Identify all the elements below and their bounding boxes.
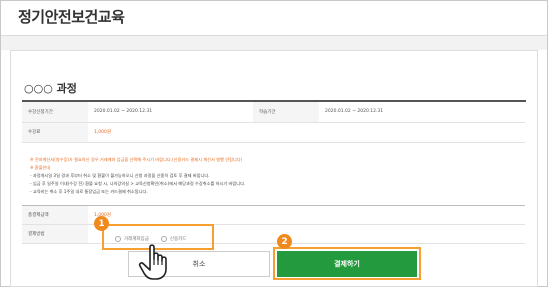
hand-pointer-icon	[138, 244, 167, 280]
refund-line: - 과정개시일 3일 경과 후부터 취소 및 환불이 불가능하오니 신청 과정을…	[30, 173, 210, 178]
course-info-table: 수강신청기간 2020.01.02 ~ 2020.12.31 학습기간 2020…	[22, 102, 525, 143]
callout-badge-1: 1	[94, 216, 109, 231]
header-band	[1, 36, 547, 50]
refund-line: - 입금 후 일주일 이내(수강 전) 환불 요청 시, 나의강의실 > 교육신…	[30, 181, 246, 186]
fee-label: 수강료	[22, 122, 88, 143]
table-row: 수강료 1,000원	[22, 122, 525, 143]
refund-line: - 교육비는 취소 후 1주일 내로 통장입금 또는 카드결제 취소됩니다.	[30, 189, 148, 194]
callout-badge-2: 2	[277, 234, 292, 249]
refund-heading: ※ 환불안내	[30, 165, 51, 170]
course-title: ○○○ 과정	[24, 82, 77, 95]
method-label: 결제방법	[22, 224, 88, 244]
enroll-period-label: 수강신청기간	[22, 102, 88, 123]
table-row: 수강신청기간 2020.01.02 ~ 2020.12.31 학습기간 2020…	[22, 102, 525, 123]
study-period-value: 2020.01.02 ~ 2020.12.31	[319, 102, 525, 123]
total-value: 1,000원	[88, 205, 525, 225]
page-title: 정기안전보건교육	[18, 8, 125, 26]
highlight-pay-button	[273, 247, 421, 280]
enroll-period-value: 2020.01.02 ~ 2020.12.31	[88, 102, 253, 123]
tax-note: ※ 전자계산서(영수증)가 필요하신 경우 거래계좌 입금을 선택해 주시기 바…	[30, 157, 243, 162]
notice-block: ※ 전자계산서(영수증)가 필요하신 경우 거래계좌 입금을 선택해 주시기 바…	[30, 156, 510, 196]
study-period-label: 학습기간	[253, 102, 319, 123]
total-label: 총결제금액	[22, 205, 88, 225]
fee-value: 1,000원	[88, 122, 525, 143]
